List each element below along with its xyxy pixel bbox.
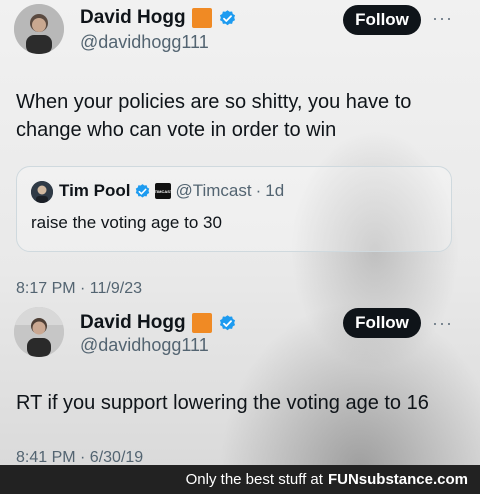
verified-badge-icon [218,314,237,333]
tweet-text: When your policies are so shitty, you ha… [16,91,412,141]
watermark-footer: Only the best stuff at FUNsubstance.com [0,465,480,494]
affiliate-badge-icon: TIMCAST [155,183,172,199]
square-badge-icon [191,313,212,333]
footer-text: Only the best stuff at [185,471,323,488]
more-options-icon[interactable]: ··· [432,313,453,334]
avatar[interactable] [14,4,64,54]
avatar[interactable] [14,307,64,357]
handle[interactable]: @davidhogg111 [80,32,209,53]
handle[interactable]: @davidhogg111 [80,335,209,356]
verified-badge-icon [134,183,151,200]
follow-button[interactable]: Follow [343,308,421,338]
quoted-handle: @Timcast [175,181,252,200]
quoted-avatar [31,181,53,203]
timestamp[interactable]: 8:17 PM · 11/9/23 [16,280,142,298]
tweet-2: David Hogg @davidhogg111 Follow ··· RT i… [0,305,480,466]
display-name[interactable]: David Hogg [80,7,186,29]
separator-dot: · [255,181,262,200]
quoted-tweet[interactable]: Tim Pool TIMCAST @Timcast · 1d raise the… [16,166,452,252]
follow-button[interactable]: Follow [343,5,421,35]
display-name[interactable]: David Hogg [80,312,186,334]
quoted-text: raise the voting age to 30 [31,213,222,232]
footer-brand[interactable]: FUNsubstance.com [328,471,468,488]
tweet-text: RT if you support lowering the voting ag… [16,392,429,414]
verified-badge-icon [218,9,237,28]
more-options-icon[interactable]: ··· [432,8,453,29]
square-badge-icon [191,8,212,28]
tweet-1: David Hogg @davidhogg111 Follow ··· When… [0,0,480,300]
quoted-display-name: Tim Pool [59,181,131,200]
quoted-time: 1d [265,181,285,200]
